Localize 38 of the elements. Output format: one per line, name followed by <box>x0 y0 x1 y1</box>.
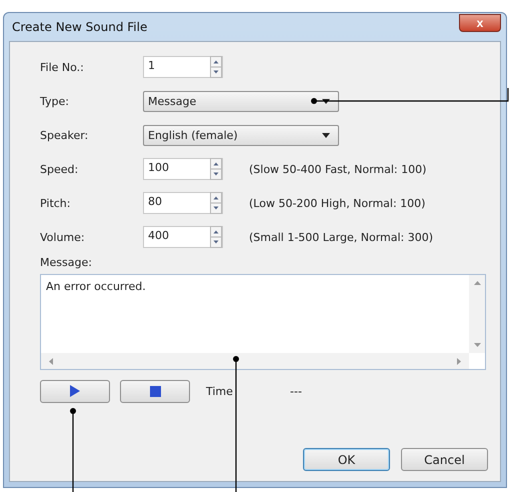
spin-field[interactable]: 80 <box>143 192 223 214</box>
spin-field[interactable]: 400 <box>143 226 223 248</box>
field-label: Pitch: <box>40 196 72 210</box>
scroll-up-icon[interactable] <box>474 281 480 285</box>
spinner-arrows-icon[interactable] <box>210 192 222 214</box>
spinner-arrows-icon[interactable] <box>210 158 222 180</box>
time-value: --- <box>290 384 302 398</box>
range-hint: (Slow 50-400 Fast, Normal: 100) <box>249 162 426 176</box>
caret-icon <box>322 98 330 104</box>
field-label: Volume: <box>40 230 86 244</box>
spin-field[interactable]: 1 <box>143 56 223 78</box>
field-label: Speed: <box>40 162 80 176</box>
message-label: Message: <box>40 256 93 271</box>
stop-button[interactable] <box>120 380 190 402</box>
message-field[interactable]: An error occurred. <box>40 274 486 370</box>
field-label: File No.: <box>40 60 85 74</box>
scroll-left-icon[interactable] <box>49 358 53 364</box>
range-hint: (Low 50-200 High, Normal: 100) <box>249 196 426 210</box>
window-title: Create New Sound File <box>11 20 148 34</box>
spin-field[interactable]: 100 <box>143 158 223 180</box>
vertical-scrollbar[interactable] <box>469 275 485 353</box>
horizontal-scrollbar[interactable] <box>41 353 469 369</box>
dialog-button[interactable]: Cancel <box>401 448 488 471</box>
scroll-right-icon[interactable] <box>457 358 461 364</box>
field-label: Type: <box>40 94 70 108</box>
field-label: Speaker: <box>40 128 90 142</box>
dropdown[interactable]: Message <box>143 90 339 112</box>
dropdown[interactable]: English (female) <box>143 124 339 146</box>
spinner-arrows-icon[interactable] <box>210 56 222 78</box>
range-hint: (Small 1-500 Large, Normal: 300) <box>249 230 434 244</box>
play-button[interactable] <box>40 380 110 402</box>
stop-icon <box>150 386 160 396</box>
caret-icon <box>322 132 330 138</box>
scroll-down-icon[interactable] <box>474 343 480 347</box>
play-icon <box>69 384 81 398</box>
spinner-arrows-icon[interactable] <box>210 226 222 248</box>
time-label: Time <box>206 384 234 398</box>
dialog-button[interactable]: OK <box>303 448 390 471</box>
